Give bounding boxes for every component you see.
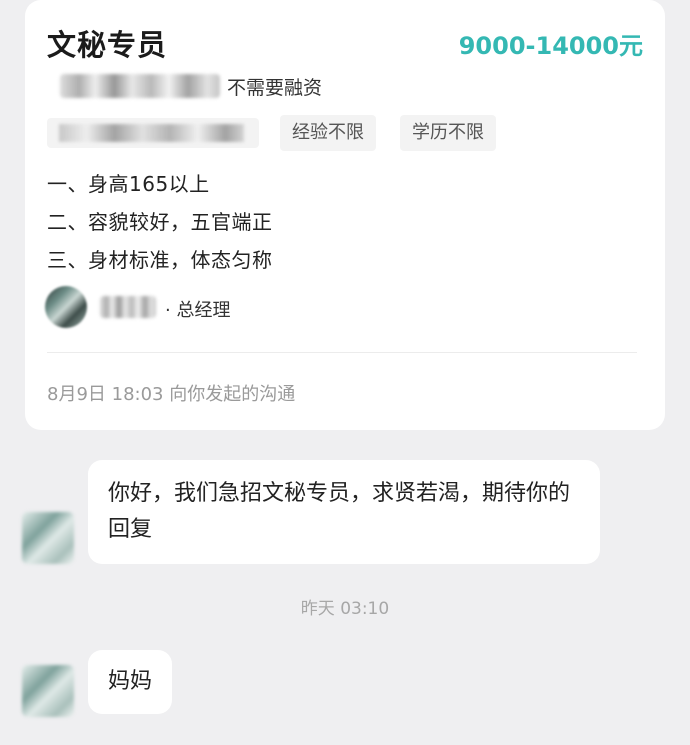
- location-tag-redacted: [47, 118, 259, 148]
- chat-timestamp: 昨天 03:10: [300, 599, 390, 619]
- company-name-redacted: [60, 74, 220, 98]
- conversation-start-info: 8月9日 18:03 向你发起的沟通: [47, 384, 296, 405]
- requirement-2: 二、容貌较好，五官端正: [47, 210, 273, 234]
- divider: [47, 352, 637, 353]
- recruiter-name-redacted: [100, 296, 156, 318]
- recruiter-role: · 总经理: [165, 300, 231, 321]
- message-bubble[interactable]: 妈妈: [88, 650, 173, 714]
- sender-avatar[interactable]: [22, 512, 74, 564]
- education-tag: 学历不限: [400, 115, 496, 151]
- funding-stage: 不需要融资: [227, 77, 323, 99]
- salary: 9000-14000元: [458, 32, 643, 60]
- message-bubble[interactable]: 你好，我们急招文秘专员，求贤若渴，期待你的回复: [88, 460, 600, 564]
- requirement-1: 一、身高165以上: [47, 172, 210, 196]
- requirement-3: 三、身材标准，体态匀称: [47, 248, 273, 272]
- recruiter-avatar[interactable]: [45, 286, 87, 328]
- experience-tag: 经验不限: [280, 115, 376, 151]
- job-title: 文秘专员: [47, 28, 168, 62]
- sender-avatar[interactable]: [22, 665, 74, 717]
- job-card[interactable]: 文秘专员 9000-14000元 不需要融资 经验不限 学历不限 一、身高165…: [25, 0, 665, 430]
